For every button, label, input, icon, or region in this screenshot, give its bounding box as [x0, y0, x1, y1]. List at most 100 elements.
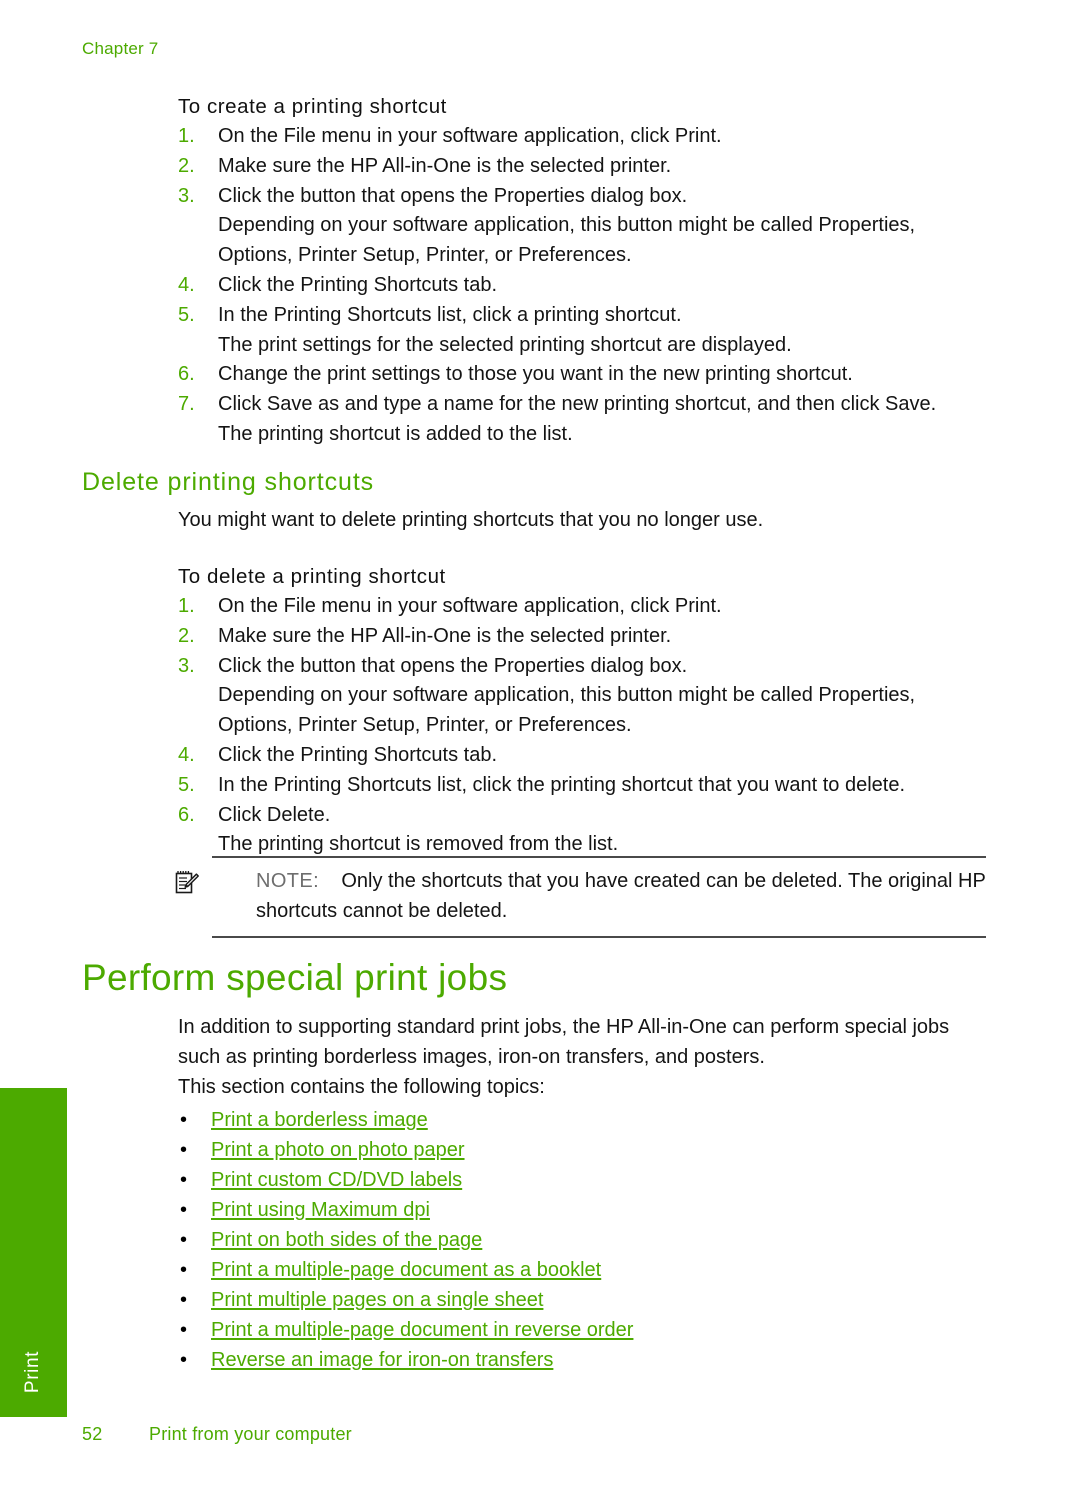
- bullet-icon: •: [180, 1199, 188, 1221]
- step-item: 1. On the File menu in your software app…: [178, 122, 993, 152]
- side-tab-label: Print: [22, 1350, 43, 1393]
- step-item: 5. In the Printing Shortcuts list, click…: [178, 771, 993, 801]
- step-text: In the Printing Shortcuts list, click th…: [218, 773, 906, 796]
- step-number: 4.: [178, 273, 195, 296]
- bullet-icon: •: [180, 1229, 188, 1251]
- side-tab-label-wrap: Print: [22, 1317, 46, 1407]
- step-item: 7. Click Save as and type a name for the…: [178, 390, 993, 450]
- note-callout: NOTE: Only the shortcuts that you have c…: [175, 856, 986, 938]
- step-number: 5.: [178, 773, 195, 796]
- link-print-custom-cd-dvd-labels[interactable]: Print custom CD/DVD labels: [211, 1169, 462, 1191]
- link-print-a-borderless-image[interactable]: Print a borderless image: [211, 1109, 428, 1131]
- list-item[interactable]: • Print using Maximum dpi: [178, 1195, 993, 1225]
- create-procedure-title: To create a printing shortcut: [178, 95, 447, 118]
- step-text: Click the button that opens the Properti…: [218, 184, 688, 207]
- step-item: 2. Make sure the HP All-in-One is the se…: [178, 152, 993, 182]
- step-subtext: The print settings for the selected prin…: [218, 333, 792, 356]
- step-text: Click the Printing Shortcuts tab.: [218, 743, 498, 766]
- step-subtext: Depending on your software application, …: [218, 684, 916, 737]
- delete-shortcut-block: To delete a printing shortcut 1. On the …: [178, 562, 993, 860]
- step-text: On the File menu in your software applic…: [218, 125, 722, 147]
- step-number: 3.: [178, 184, 195, 207]
- step-text: Change the print settings to those you w…: [218, 363, 853, 386]
- bullet-icon: •: [180, 1349, 188, 1371]
- list-item[interactable]: • Print a photo on photo paper: [178, 1135, 993, 1165]
- note-bottom-rule: [212, 936, 986, 938]
- chapter-header: Chapter 7: [82, 39, 159, 58]
- link-print-a-photo-on-photo-paper[interactable]: Print a photo on photo paper: [211, 1139, 465, 1161]
- step-number: 7.: [178, 393, 195, 416]
- delete-intro-paragraph: You might want to delete printing shortc…: [178, 505, 993, 535]
- step-number: 2.: [178, 624, 195, 647]
- step-item: 1. On the File menu in your software app…: [178, 592, 993, 622]
- step-text: Click Delete.: [218, 803, 331, 826]
- bullet-icon: •: [180, 1139, 188, 1161]
- note-label: NOTE:: [256, 870, 320, 892]
- step-item: 3. Click the button that opens the Prope…: [178, 182, 993, 271]
- bullet-icon: •: [180, 1259, 188, 1281]
- step-number: 1.: [178, 125, 195, 147]
- step-text: Click the Printing Shortcuts tab.: [218, 273, 498, 296]
- list-item[interactable]: • Print a multiple-page document in reve…: [178, 1315, 993, 1345]
- heading-perform-special-print-jobs: Perform special print jobs: [82, 957, 508, 998]
- topic-links-list: • Print a borderless image • Print a pho…: [178, 1105, 993, 1375]
- step-number: 2.: [178, 154, 195, 177]
- page-footer: 52 Print from your computer: [82, 1424, 352, 1445]
- link-print-a-multiple-page-document-as-a-booklet[interactable]: Print a multiple-page document as a book…: [211, 1259, 601, 1281]
- bullet-icon: •: [180, 1289, 188, 1311]
- list-item[interactable]: • Print a borderless image: [178, 1105, 993, 1135]
- step-text: In the Printing Shortcuts list, click a …: [218, 303, 682, 326]
- step-number: 1.: [178, 595, 195, 617]
- note-body: NOTE: Only the shortcuts that you have c…: [175, 858, 986, 936]
- step-subtext: Depending on your software application, …: [218, 214, 916, 267]
- link-print-a-multiple-page-document-in-reverse-order[interactable]: Print a multiple-page document in revers…: [211, 1319, 633, 1341]
- step-item: 3. Click the button that opens the Prope…: [178, 652, 993, 741]
- step-number: 6.: [178, 803, 195, 826]
- create-steps-list: 1. On the File menu in your software app…: [178, 122, 993, 450]
- note-icon: [174, 870, 200, 896]
- link-print-multiple-pages-on-a-single-sheet[interactable]: Print multiple pages on a single sheet: [211, 1289, 543, 1311]
- step-number: 3.: [178, 654, 195, 677]
- step-subtext: The printing shortcut is added to the li…: [218, 422, 573, 445]
- document-page: Chapter 7 To create a printing shortcut …: [0, 0, 1080, 1495]
- link-reverse-an-image-for-iron-on-transfers[interactable]: Reverse an image for iron-on transfers: [211, 1349, 553, 1371]
- step-text: Make sure the HP All-in-One is the selec…: [218, 154, 672, 177]
- step-number: 4.: [178, 743, 195, 766]
- heading-delete-printing-shortcuts: Delete printing shortcuts: [82, 468, 375, 496]
- step-item: 4. Click the Printing Shortcuts tab.: [178, 741, 993, 771]
- step-item: 6. Click Delete. The printing shortcut i…: [178, 801, 993, 861]
- topics-intro-text: This section contains the following topi…: [178, 1076, 545, 1098]
- special-intro-block: In addition to supporting standard print…: [178, 1012, 993, 1072]
- step-item: 5. In the Printing Shortcuts list, click…: [178, 301, 993, 361]
- step-item: 6. Change the print settings to those yo…: [178, 360, 993, 390]
- link-print-on-both-sides-of-the-page[interactable]: Print on both sides of the page: [211, 1229, 482, 1251]
- step-text: Make sure the HP All-in-One is the selec…: [218, 624, 672, 647]
- step-item: 2. Make sure the HP All-in-One is the se…: [178, 622, 993, 652]
- link-print-using-maximum-dpi[interactable]: Print using Maximum dpi: [211, 1199, 430, 1221]
- list-item[interactable]: • Print custom CD/DVD labels: [178, 1165, 993, 1195]
- step-number: 6.: [178, 363, 195, 386]
- topic-links-block: • Print a borderless image • Print a pho…: [178, 1105, 993, 1375]
- bullet-icon: •: [180, 1109, 188, 1131]
- create-shortcut-block: To create a printing shortcut 1. On the …: [178, 92, 993, 450]
- step-text: On the File menu in your software applic…: [218, 595, 722, 617]
- bullet-icon: •: [180, 1169, 188, 1191]
- side-thumb-tab: Print: [0, 1088, 67, 1417]
- special-intro-text: In addition to supporting standard print…: [178, 1016, 950, 1068]
- delete-steps-list: 1. On the File menu in your software app…: [178, 592, 993, 860]
- list-item[interactable]: • Print on both sides of the page: [178, 1225, 993, 1255]
- bullet-icon: •: [180, 1319, 188, 1341]
- note-text: Only the shortcuts that you have created…: [256, 870, 986, 922]
- step-text: Click the button that opens the Properti…: [218, 654, 688, 677]
- footer-section-title: Print from your computer: [149, 1424, 352, 1444]
- delete-procedure-title: To delete a printing shortcut: [178, 565, 446, 588]
- step-text: Click Save as and type a name for the ne…: [218, 393, 937, 416]
- delete-intro-text: You might want to delete printing shortc…: [178, 509, 764, 531]
- list-item[interactable]: • Print a multiple-page document as a bo…: [178, 1255, 993, 1285]
- list-item[interactable]: • Print multiple pages on a single sheet: [178, 1285, 993, 1315]
- footer-page-number: 52: [82, 1424, 103, 1444]
- step-number: 5.: [178, 303, 195, 326]
- topics-intro-block: This section contains the following topi…: [178, 1072, 993, 1102]
- list-item[interactable]: • Reverse an image for iron-on transfers: [178, 1345, 993, 1375]
- step-item: 4. Click the Printing Shortcuts tab.: [178, 271, 993, 301]
